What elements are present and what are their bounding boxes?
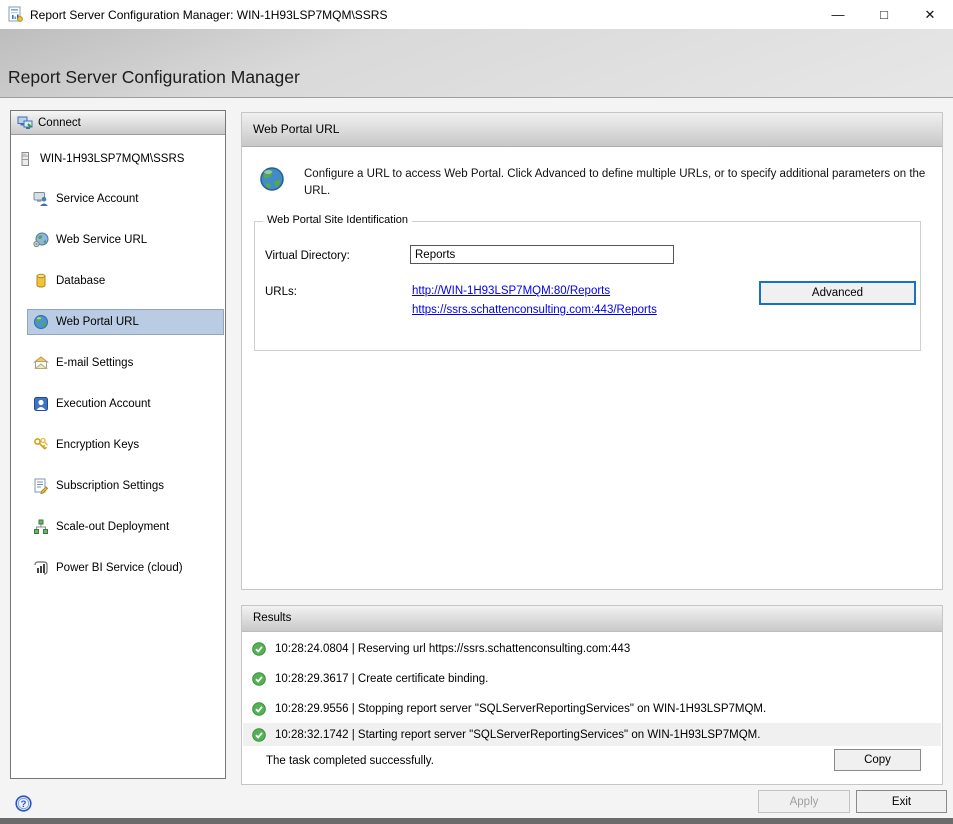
result-row: 10:28:29.3617 | Create certificate bindi… [243,667,941,690]
sidebar-item-label: E-mail Settings [56,357,133,369]
exit-button[interactable]: Exit [856,790,947,813]
sidebar-item-label: Subscription Settings [56,480,164,492]
sidebar-item-label: Scale-out Deployment [56,521,169,533]
sidebar-item-label: Web Portal URL [56,316,139,328]
success-check-icon [252,702,266,716]
window-controls: — □ ✕ [815,0,953,29]
task-status-text: The task completed successfully. [266,755,434,767]
taskbar-edge [0,818,953,824]
sidebar-item-scale-out-deployment[interactable]: Scale-out Deployment [27,514,224,540]
execution-account-icon [33,396,49,412]
service-account-icon [33,191,49,207]
panel-header: Web Portal URL [242,113,942,147]
svg-text:?: ? [21,799,27,810]
maximize-button[interactable]: □ [861,0,907,29]
success-check-icon [252,672,266,686]
sidebar-connect-header[interactable]: Connect [11,111,225,135]
email-settings-icon [33,355,49,371]
urls-label: URLs: [265,286,297,298]
window-title: Report Server Configuration Manager: WIN… [30,8,387,22]
sidebar-item-label: Encryption Keys [56,439,139,451]
result-row: 10:28:24.0804 | Reserving url https://ss… [243,637,941,660]
virtual-directory-input[interactable] [410,245,674,264]
sidebar: Connect WIN-1H93LSP7MQM\SSRS Service Acc… [10,110,226,779]
web-portal-url-panel: Web Portal URL Configure a URL to access… [241,112,943,590]
sidebar-item-email-settings[interactable]: E-mail Settings [27,350,224,376]
sidebar-item-label: Web Service URL [56,234,147,246]
web-portal-site-identification-group: Web Portal Site Identification Virtual D… [254,221,921,351]
help-button[interactable]: ? [15,795,32,812]
sidebar-item-database[interactable]: Database [27,268,224,294]
window-titlebar: Report Server Configuration Manager: WIN… [0,0,953,29]
result-text: 10:28:24.0804 | Reserving url https://ss… [275,643,630,655]
sidebar-item-encryption-keys[interactable]: Encryption Keys [27,432,224,458]
help-icon: ? [15,795,32,812]
header-banner: Report Server Configuration Manager [0,29,953,98]
minimize-button[interactable]: — [815,0,861,29]
connect-icon [17,115,33,131]
app-icon [7,6,24,23]
close-button[interactable]: ✕ [907,0,953,29]
result-text: 10:28:29.3617 | Create certificate bindi… [275,673,488,685]
web-service-url-icon [33,232,49,248]
sidebar-nav-list: Service Account Web Service URL Database [11,186,225,581]
success-check-icon [252,728,266,742]
web-portal-https-url-link[interactable]: https://ssrs.schattenconsulting.com:443/… [412,304,657,316]
encryption-keys-icon [33,437,49,453]
power-bi-icon [33,560,49,576]
sidebar-item-web-portal-url[interactable]: Web Portal URL [27,309,224,335]
apply-button[interactable]: Apply [758,790,850,813]
sidebar-item-label: Power BI Service (cloud) [56,562,183,574]
sidebar-item-web-service-url[interactable]: Web Service URL [27,227,224,253]
result-text: 10:28:32.1742 | Starting report server "… [275,729,760,741]
success-check-icon [252,642,266,656]
result-row: 10:28:32.1742 | Starting report server "… [243,723,941,746]
sidebar-server-label: WIN-1H93LSP7MQM\SSRS [40,153,184,165]
sidebar-item-subscription-settings[interactable]: Subscription Settings [27,473,224,499]
panel-description-row: Configure a URL to access Web Portal. Cl… [259,166,929,201]
copy-button[interactable]: Copy [834,749,921,771]
web-portal-url-icon [33,314,49,330]
scale-out-deployment-icon [33,519,49,535]
sidebar-item-power-bi-service[interactable]: Power BI Service (cloud) [27,555,224,581]
results-header: Results [242,606,942,632]
results-panel: Results 10:28:24.0804 | Reserving url ht… [241,605,943,785]
globe-icon [259,166,285,192]
sidebar-server-node[interactable]: WIN-1H93LSP7MQM\SSRS [11,148,225,170]
sidebar-connect-label: Connect [38,117,81,129]
sidebar-item-label: Database [56,275,105,287]
page-title: Report Server Configuration Manager [8,67,300,88]
panel-description: Configure a URL to access Web Portal. Cl… [304,166,929,201]
sidebar-item-execution-account[interactable]: Execution Account [27,391,224,417]
server-icon [18,152,32,166]
subscription-settings-icon [33,478,49,494]
database-icon [33,273,49,289]
groupbox-legend: Web Portal Site Identification [263,214,412,226]
web-portal-http-url-link[interactable]: http://WIN-1H93LSP7MQM:80/Reports [412,285,610,297]
sidebar-item-service-account[interactable]: Service Account [27,186,224,212]
sidebar-item-label: Execution Account [56,398,151,410]
sidebar-item-label: Service Account [56,193,138,205]
virtual-directory-label: Virtual Directory: [265,250,350,262]
result-text: 10:28:29.9556 | Stopping report server "… [275,703,766,715]
result-row: 10:28:29.9556 | Stopping report server "… [243,697,941,720]
advanced-button[interactable]: Advanced [759,281,916,305]
